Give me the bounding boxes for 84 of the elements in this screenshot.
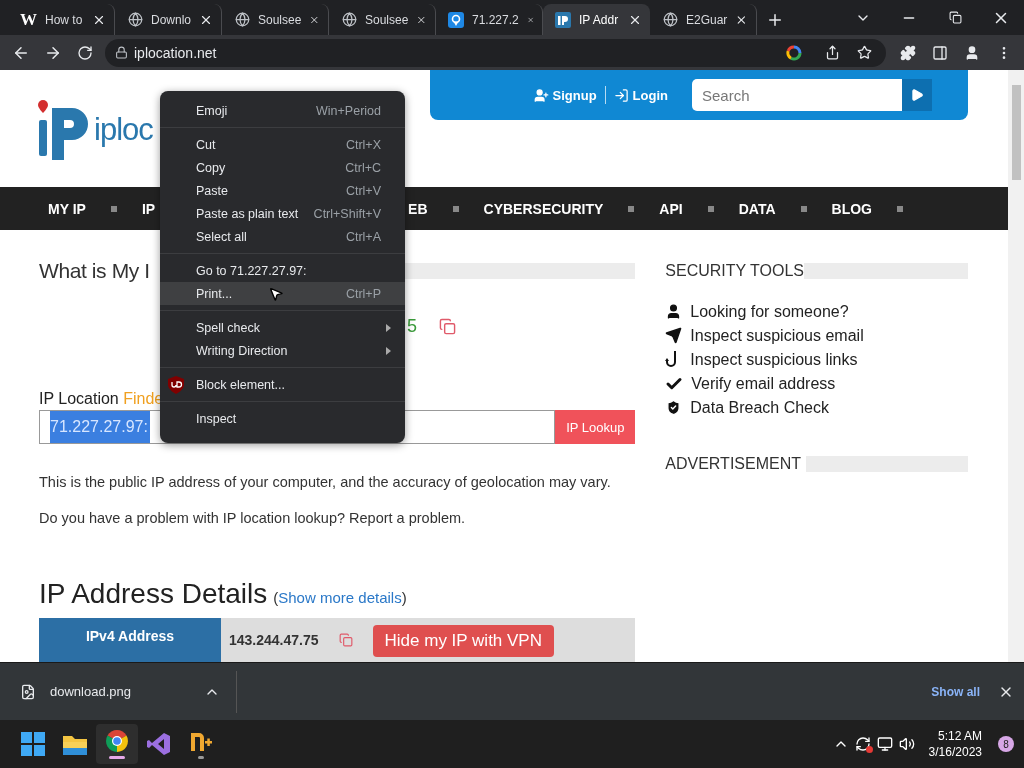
globe-icon xyxy=(127,11,143,28)
globe-icon xyxy=(662,11,678,28)
copy-icon[interactable] xyxy=(338,633,353,647)
nav-link[interactable]: DATA xyxy=(738,200,776,217)
mouse-cursor-icon xyxy=(268,286,284,302)
hook-icon xyxy=(665,350,678,369)
menu-item[interactable]: Inspect xyxy=(160,407,405,430)
nav-link[interactable]: API xyxy=(659,200,683,217)
menu-item[interactable]: Copy Ctrl+C xyxy=(160,156,405,179)
pin-icon xyxy=(448,11,464,28)
square-bullet-icon xyxy=(707,205,714,212)
browser-icon[interactable] xyxy=(105,729,129,753)
search-field[interactable]: Search xyxy=(692,79,902,111)
menu-item[interactable]: Emoji Win+Period xyxy=(160,99,405,122)
menu-item[interactable]: Writing Direction xyxy=(160,339,405,362)
start-icon[interactable] xyxy=(21,732,45,756)
add-user-icon xyxy=(533,87,549,103)
globe-icon xyxy=(234,11,250,28)
logo-icon xyxy=(555,11,571,28)
nav-link[interactable]: BLOG xyxy=(831,200,872,217)
tab-favicon: W xyxy=(20,9,37,30)
browser-tab[interactable]: IP Addr xyxy=(543,4,650,35)
ipv4-label: IPv4 Address xyxy=(39,618,221,662)
colored-ring-icon[interactable] xyxy=(786,44,802,61)
image-file-icon xyxy=(20,683,36,700)
bracket-text: ( xyxy=(273,589,279,606)
logo-text: iploc xyxy=(94,112,153,148)
square-bullet-icon xyxy=(628,205,635,212)
download-file-name[interactable]: download.png xyxy=(50,684,190,699)
tool-link[interactable]: Looking for someone? xyxy=(690,302,849,321)
ribbon-logo-icon[interactable] xyxy=(147,732,171,756)
show-more-link[interactable]: Show more details xyxy=(278,589,402,606)
shield-icon xyxy=(168,375,184,394)
show-all-link[interactable]: Show all xyxy=(931,684,980,699)
tool-link[interactable]: Inspect suspicious email xyxy=(690,326,864,345)
login-link[interactable]: Login xyxy=(613,87,668,103)
square-bullet-icon xyxy=(800,205,807,212)
submenu-arrow-icon xyxy=(386,346,391,355)
speaker-icon[interactable] xyxy=(898,736,915,752)
network-icon[interactable] xyxy=(876,736,893,752)
menu-item[interactable]: Paste Ctrl+V xyxy=(160,179,405,202)
tool-link[interactable]: Data Breach Check xyxy=(690,398,829,417)
nav-link[interactable]: CYBERSECURITY xyxy=(483,200,604,217)
scrollbar[interactable] xyxy=(1008,70,1024,662)
globe-icon xyxy=(341,11,357,28)
bracket-text: ) xyxy=(401,589,407,606)
address-bar[interactable]: iplocation.net xyxy=(105,38,886,67)
menu-item[interactable]: Paste as plain text Ctrl+Shift+V xyxy=(160,202,405,225)
lock-icon[interactable] xyxy=(115,46,128,59)
menu-item[interactable]: Cut Ctrl+X xyxy=(160,133,405,156)
sidebar-title: SECURITY TOOLS xyxy=(665,262,804,280)
folder-icon[interactable] xyxy=(63,733,87,755)
signup-link[interactable]: Signup xyxy=(533,87,597,103)
vpn-button[interactable]: Hide my IP with VPN xyxy=(372,625,554,657)
clock[interactable]: 5:12 AM 3/16/2023 xyxy=(928,728,982,760)
page-heading: What is My I xyxy=(39,259,150,283)
square-bullet-icon xyxy=(110,205,117,212)
nav-link[interactable]: MY IP xyxy=(48,200,86,217)
menu-item[interactable]: Spell check xyxy=(160,316,405,339)
copy-icon[interactable] xyxy=(439,317,456,335)
play-icon xyxy=(910,88,924,102)
ipv4-value: 143.244.47.75 xyxy=(229,632,319,648)
tool-link[interactable]: Verify email address xyxy=(691,374,836,393)
menu-item[interactable]: Go to 71.227.27.97: xyxy=(160,259,405,282)
info-text: This is the public IP address of your computer, and the accuracy of geolocation may vary. xyxy=(39,474,611,490)
square-bullet-icon xyxy=(896,205,903,212)
submenu-arrow-icon xyxy=(386,323,391,332)
ip-fragment: 5 xyxy=(407,315,417,337)
logo-icon xyxy=(38,100,88,160)
nav-link[interactable]: IP xyxy=(141,200,156,217)
menu-item[interactable]: Print... Ctrl+P xyxy=(160,282,405,305)
sync-icon[interactable] xyxy=(854,736,871,752)
square-bullet-icon xyxy=(452,205,459,212)
login-icon xyxy=(613,87,629,103)
notification-badge[interactable]: 8 xyxy=(998,736,1014,752)
send-icon xyxy=(665,327,683,344)
info-text: Do you have a problem with IP location lookup? Report a problem. xyxy=(39,510,466,526)
menu-item[interactable]: Block element... xyxy=(160,373,405,396)
search-button[interactable] xyxy=(902,79,932,111)
nav-link[interactable]: EB xyxy=(408,200,428,217)
menu-item[interactable]: Select all Ctrl+A xyxy=(160,225,405,248)
section-heading: IP Address Details xyxy=(39,578,268,610)
sidebar-title: ADVERTISEMENT xyxy=(665,455,801,473)
tool-link[interactable]: Inspect suspicious links xyxy=(690,350,858,369)
